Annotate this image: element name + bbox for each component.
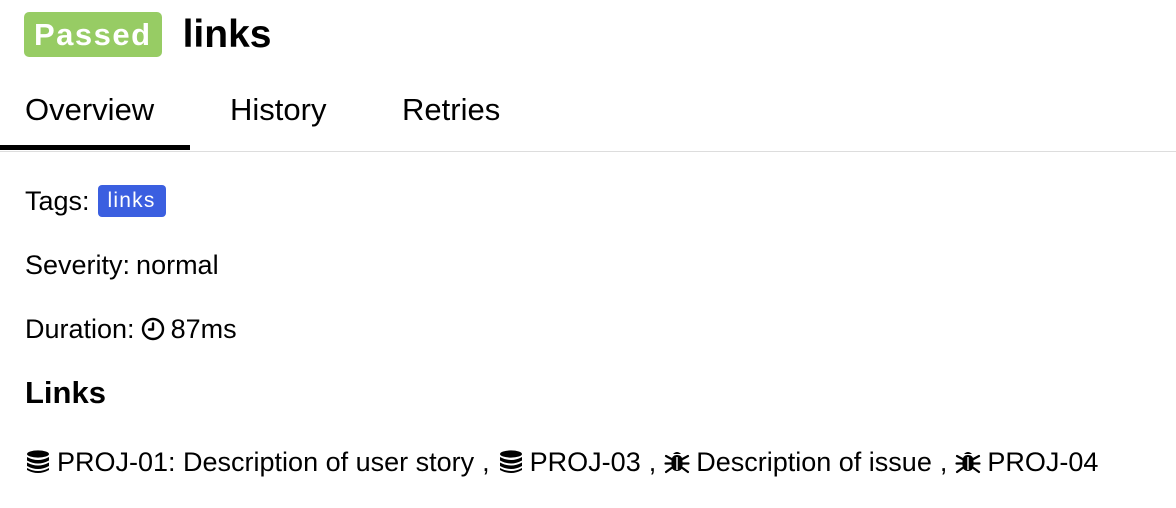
link-text: PROJ-03: [529, 447, 641, 477]
tab-history[interactable]: History: [230, 92, 326, 128]
link-item[interactable]: Description of issue: [664, 446, 932, 478]
database-icon: [25, 449, 51, 475]
severity-value: normal: [136, 250, 219, 280]
duration-value: 87ms: [170, 314, 237, 344]
link-item[interactable]: PROJ-04: [955, 446, 1098, 478]
clock-icon: [141, 317, 165, 341]
test-header: Passed links: [24, 12, 271, 57]
link-separator: ,: [482, 447, 490, 477]
bug-icon: [955, 449, 981, 475]
link-item[interactable]: PROJ-01: Description of user story: [25, 446, 474, 478]
link-text: PROJ-04: [987, 447, 1099, 477]
link-separator: ,: [939, 447, 948, 477]
severity-row: Severity: normal: [25, 249, 219, 281]
link-text: Description of issue: [696, 447, 932, 477]
link-text: PROJ-01: Description of user story: [57, 447, 475, 477]
test-title: links: [182, 13, 272, 56]
link-item[interactable]: PROJ-03: [498, 446, 641, 478]
tab-active-indicator: [0, 145, 190, 150]
links-heading: Links: [25, 375, 106, 410]
tag-chip[interactable]: links: [97, 185, 166, 217]
tags-label: Tags:: [25, 186, 90, 216]
duration-label: Duration:: [25, 314, 135, 344]
database-icon: [498, 449, 524, 475]
link-separator: ,: [648, 447, 657, 477]
tab-bar: Overview History Retries: [0, 74, 1176, 152]
links-list: PROJ-01: Description of user story , PRO…: [25, 446, 1098, 478]
tags-row: Tags: links: [25, 185, 166, 217]
status-badge: Passed: [24, 12, 162, 57]
severity-label: Severity:: [25, 250, 131, 280]
tab-retries[interactable]: Retries: [402, 92, 500, 128]
tab-overview[interactable]: Overview: [25, 92, 154, 128]
duration-row: Duration: 87ms: [25, 313, 237, 345]
bug-icon: [664, 449, 690, 475]
